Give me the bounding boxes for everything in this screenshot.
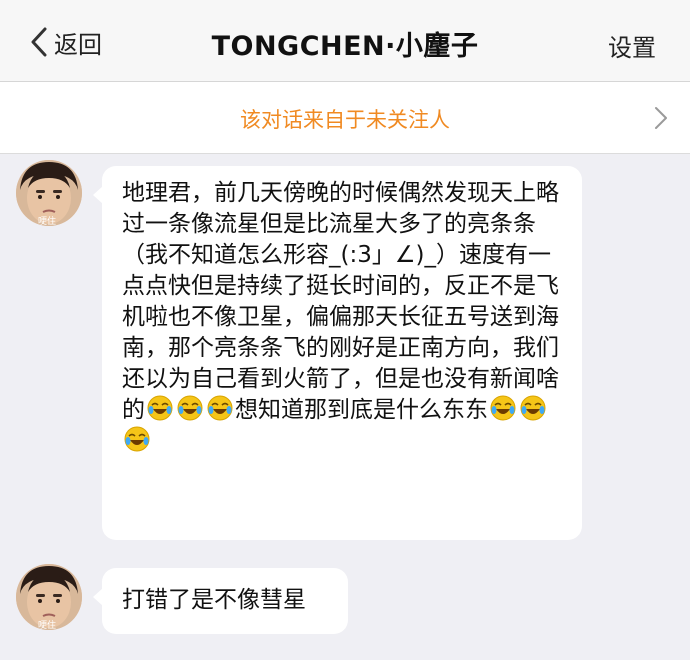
- avatar-caption: 哽住: [38, 217, 57, 227]
- message-text: 地理君，前几天傍晚的时候偶然发现天上略过一条像流星但是比流星大多了的亮条条（我不…: [122, 180, 559, 423]
- message-text-continued: 想知道那到底是什么东东: [235, 397, 488, 423]
- settings-button[interactable]: 设置: [608, 28, 656, 63]
- laugh-cry-emoji-icon: [124, 426, 150, 452]
- laugh-cry-emoji-icon: [147, 395, 173, 421]
- chat-title: TONGCHEN·小麈子: [211, 31, 479, 62]
- laugh-cry-emoji-icon: [520, 395, 546, 421]
- notice-text: 该对话来自于未关注人: [240, 108, 450, 132]
- avatar-caption: 哽住: [38, 621, 57, 631]
- message-text: 打错了是不像彗星: [122, 587, 306, 613]
- laugh-cry-emoji-icon: [490, 395, 516, 421]
- stranger-notice-bar[interactable]: 该对话来自于未关注人: [0, 82, 690, 154]
- message-bubble[interactable]: 地理君，前几天傍晚的时候偶然发现天上略过一条像流星但是比流星大多了的亮条条（我不…: [93, 166, 582, 540]
- navigation-bar: 返回 TONGCHEN·小麈子 设置: [0, 0, 690, 82]
- laugh-cry-emoji-icon: [207, 395, 233, 421]
- laugh-cry-emoji-icon: [177, 395, 203, 421]
- chevron-right-icon: [655, 107, 667, 129]
- message-bubble[interactable]: 打错了是不像彗星: [93, 568, 348, 634]
